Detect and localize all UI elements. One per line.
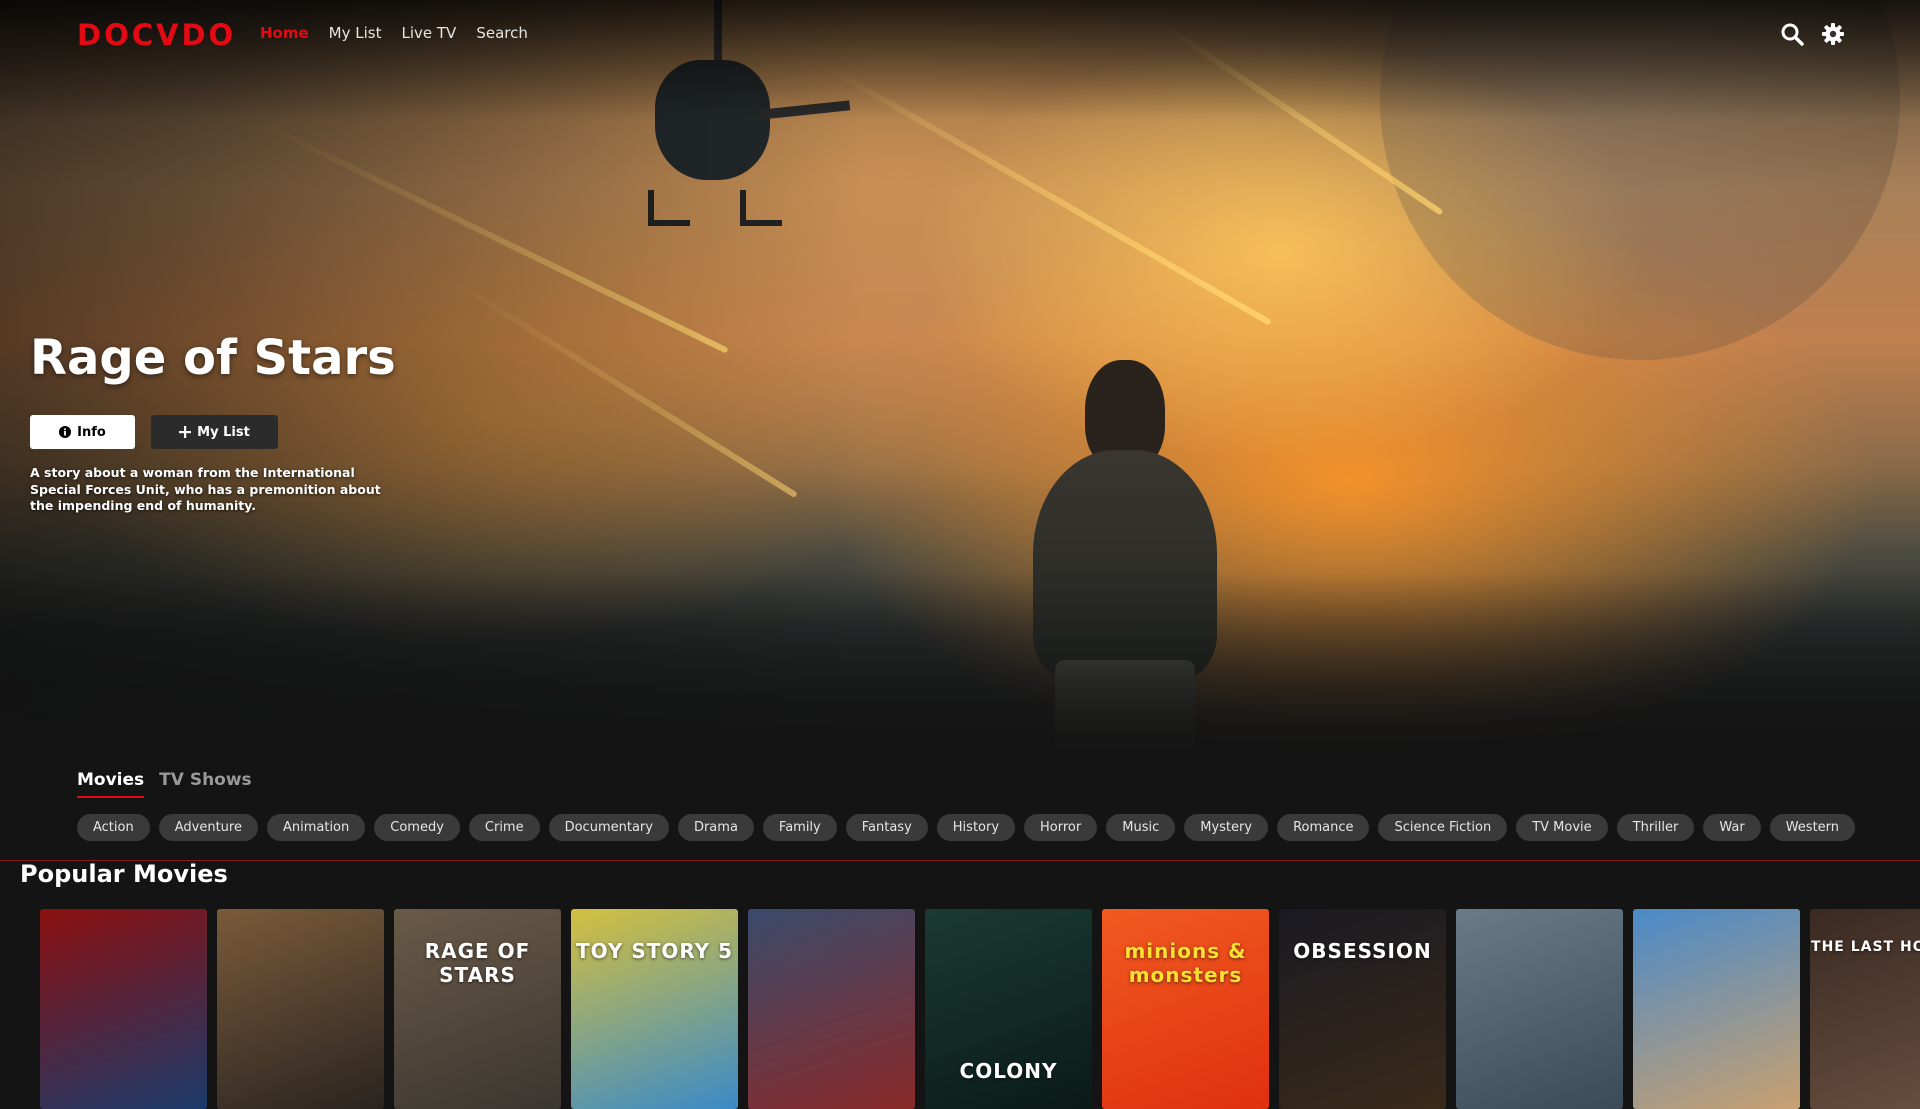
poster-title: minions & monsters [1124,939,1247,987]
genre-chip-tv-movie[interactable]: TV Movie [1516,814,1608,841]
genre-chip-fantasy[interactable]: Fantasy [845,814,928,841]
poster-title: COLONY [959,1059,1058,1083]
hero-title: Rage of Stars [30,330,396,386]
info-button-label: Info [77,424,106,440]
genre-chip-music[interactable]: Music [1106,814,1176,841]
poster-title: TOY STORY 5 [575,939,734,963]
genre-chip-romance[interactable]: Romance [1277,814,1370,841]
genre-chip-documentary[interactable]: Documentary [548,814,669,841]
plus-icon [179,426,192,438]
info-icon [59,426,72,438]
hero-description: A story about a woman from the Internati… [30,465,381,513]
search-icon[interactable] [1780,22,1804,46]
genre-chip-action[interactable]: Action [77,814,150,841]
nav-link-live-tv[interactable]: Live TV [401,24,456,42]
genre-filter-bar: Action Adventure Animation Comedy Crime Docum… [77,814,1856,841]
genre-chip-adventure[interactable]: Adventure [158,814,258,841]
gear-icon[interactable] [1821,22,1845,46]
movie-poster[interactable] [1633,909,1800,1109]
nav-link-my-list[interactable]: My List [329,24,382,42]
nav-link-home[interactable]: Home [260,24,309,42]
nav-link-search[interactable]: Search [476,24,528,42]
movie-poster[interactable]: TOY STORY 5 [571,909,738,1109]
top-nav: DOCVDO Home My List Live TV Search [0,0,1920,68]
movie-poster[interactable]: minions & monsters [1102,909,1269,1109]
genre-chip-family[interactable]: Family [762,814,837,841]
genre-chip-animation[interactable]: Animation [266,814,366,841]
genre-chip-comedy[interactable]: Comedy [374,814,460,841]
movie-poster[interactable]: COLONY [925,909,1092,1109]
genre-chip-drama[interactable]: Drama [677,814,754,841]
content-type-tabs: Movies TV Shows [77,770,252,798]
poster-title: OBSESSION [1293,939,1432,963]
movie-poster[interactable] [748,909,915,1109]
genre-chip-war[interactable]: War [1703,814,1761,841]
genre-chip-crime[interactable]: Crime [468,814,540,841]
poster-title: THE LAST HOLIDAY [1811,939,1920,955]
tab-tv-shows[interactable]: TV Shows [159,770,252,798]
genre-chip-thriller[interactable]: Thriller [1616,814,1695,841]
popular-movies-row: RAGE OF STARS TOY STORY 5 COLONY minions & … [40,909,1920,1109]
genre-chip-history[interactable]: History [936,814,1016,841]
movie-poster[interactable] [1456,909,1623,1109]
section-divider [0,860,1920,861]
movie-poster[interactable] [40,909,207,1109]
movie-poster[interactable]: RAGE OF STARS [394,909,561,1109]
my-list-button-label: My List [197,424,250,440]
genre-chip-science-fiction[interactable]: Science Fiction [1378,814,1508,841]
movie-poster[interactable]: OBSESSION [1279,909,1446,1109]
add-to-my-list-button[interactable]: My List [151,415,278,449]
tab-movies[interactable]: Movies [77,770,145,798]
popular-movies-heading: Popular Movies [20,860,228,888]
poster-title: RAGE OF STARS [424,939,531,987]
movie-poster[interactable] [217,909,384,1109]
genre-chip-western[interactable]: Western [1769,814,1856,841]
movie-poster[interactable]: THE LAST HOLIDAY [1810,909,1920,1109]
nav-links: Home My List Live TV Search [260,24,528,42]
info-button[interactable]: Info [30,415,135,449]
genre-chip-mystery[interactable]: Mystery [1184,814,1269,841]
genre-chip-horror[interactable]: Horror [1024,814,1098,841]
app-logo[interactable]: DOCVDO [77,18,236,52]
